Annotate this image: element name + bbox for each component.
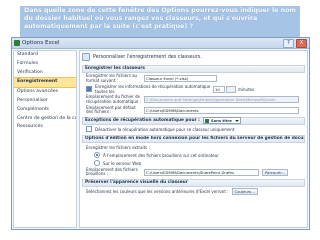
checked-out-label: Enregistrer les fichiers extraits : — [86, 144, 150, 150]
nav-item-verification[interactable]: Vérification — [14, 69, 76, 78]
save-format-row: Enregistrer les fichiers au format suiva… — [86, 73, 304, 83]
recovery-path-input[interactable]: C:\Documents and Settings\Ambre\Applicat… — [144, 96, 299, 104]
autorecover-label: Enregistrer les informations de récupéra… — [95, 84, 211, 95]
exceptions-workbook-select[interactable]: Sans titre — [202, 117, 241, 125]
excel-file-icon — [204, 118, 209, 123]
drafts-path-label: Emplacement des fichiers brouillons : — [86, 166, 138, 177]
chevron-down-icon — [234, 119, 239, 122]
disable-recovery-row: Désactiver la récupération automatique p… — [86, 126, 304, 133]
web-server-radio[interactable] — [94, 160, 100, 167]
nav-item-centre-confidentialite[interactable]: Centre de gestion de la confidentialité — [14, 115, 76, 124]
nav-item-options-avancees[interactable]: Options avancées — [14, 88, 76, 97]
browse-button[interactable]: Parcourir... — [262, 168, 289, 176]
options-content: Personnaliser l'enregistrement des class… — [79, 50, 308, 228]
colors-label: Sélectionnez les couleurs que les versio… — [86, 188, 229, 194]
title-bar: Options Excel ? X — [12, 38, 309, 49]
options-dialog: Options Excel ? X Standard Formules Véri… — [11, 37, 310, 230]
slide: Dans quelle zone de cette fenêtre des Op… — [0, 0, 320, 240]
nav-item-standard[interactable]: Standard — [14, 51, 76, 60]
default-path-row: Emplacement par défaut des fichiers : C:… — [86, 104, 304, 115]
recovery-path-row: Emplacement du fichier de récupération a… — [86, 95, 304, 104]
disable-recovery-checkbox[interactable] — [86, 126, 92, 133]
nav-item-personnaliser[interactable]: Personnaliser — [14, 97, 76, 106]
options-nav: Standard Formules Vérification Enregistr… — [13, 50, 77, 228]
close-button[interactable]: X — [296, 38, 307, 48]
exceptions-workbook-value: Sans titre — [210, 118, 232, 124]
colors-row: Sélectionnez les couleurs que les versio… — [86, 187, 304, 195]
radio-drafts-row: À l'emplacement des fichiers brouillons … — [94, 152, 304, 159]
question-text: Dans quelle zone de cette fenêtre des Op… — [20, 6, 300, 38]
checked-out-row: Enregistrer les fichiers extraits : — [86, 144, 304, 151]
nav-item-enregistrement[interactable]: Enregistrement — [14, 77, 76, 89]
autorecover-spinner[interactable] — [226, 85, 236, 93]
autorecover-minutes-input[interactable]: 10 — [213, 85, 225, 93]
section-recovery-exceptions: Exceptions de récupération automatique p… — [82, 116, 305, 125]
colors-button[interactable]: Couleurs... — [231, 187, 258, 195]
content-header-text: Personnaliser l'enregistrement des class… — [93, 54, 202, 60]
nav-item-ressources[interactable]: Ressources — [14, 123, 76, 132]
default-path-input[interactable]: C:\Users\EDMIN\Documents — [144, 106, 299, 114]
section-recovery-exceptions-title: Exceptions de récupération automatique p… — [85, 118, 200, 124]
nav-item-formules[interactable]: Formules — [14, 60, 76, 69]
help-button[interactable]: ? — [283, 38, 294, 48]
save-format-label: Enregistrer les fichiers au format suiva… — [86, 73, 138, 83]
drafts-path-row: Emplacement des fichiers brouillons : C:… — [86, 166, 304, 177]
recovery-path-label: Emplacement du fichier de récupération a… — [86, 94, 141, 104]
section-visual-appearance: Préserver l'apparence visuelle du classe… — [82, 178, 305, 187]
section-save-workbooks: Enregistrer les classeurs — [82, 65, 305, 74]
drafts-path-input[interactable]: C:\Users\EDMIN\Documents\SharePoint Draf… — [144, 168, 259, 176]
save-format-select[interactable]: Classeur Excel (*.xlsx) — [144, 75, 217, 83]
disable-recovery-label: Désactiver la récupération automatique p… — [95, 126, 235, 132]
web-server-radio-label: Sur le serveur Web — [103, 160, 142, 166]
nav-item-complements[interactable]: Compléments — [14, 106, 76, 115]
dialog-title: Options Excel — [22, 40, 60, 46]
autorecover-row: Enregistrer les informations de récupéra… — [86, 84, 304, 94]
drafts-location-radio-label: À l'emplacement des fichiers brouillons … — [103, 152, 219, 158]
autorecover-checkbox[interactable] — [86, 86, 92, 93]
drafts-location-radio[interactable] — [94, 152, 100, 159]
content-header: Personnaliser l'enregistrement des class… — [80, 51, 307, 63]
excel-app-icon — [14, 40, 20, 46]
default-path-label: Emplacement par défaut des fichiers : — [86, 104, 136, 115]
section-offline-editing: Options d'édition en mode hors connexion… — [82, 134, 305, 143]
save-disk-icon — [82, 53, 90, 61]
autorecover-unit: minutes — [238, 86, 255, 92]
radio-web-row: Sur le serveur Web — [94, 160, 304, 167]
